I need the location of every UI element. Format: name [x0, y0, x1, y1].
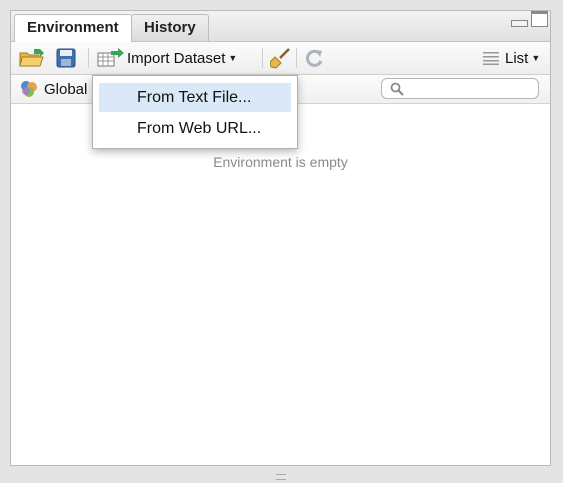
refresh-icon: [306, 49, 323, 67]
save-workspace-button[interactable]: [56, 42, 76, 74]
view-mode-button[interactable]: List ▼: [483, 42, 540, 74]
environment-scope-label: Global: [44, 80, 88, 98]
search-icon: [390, 82, 404, 96]
save-icon: [56, 48, 76, 68]
toolbar-separator: [88, 48, 89, 68]
open-workspace-button[interactable]: [19, 42, 45, 74]
import-dataset-icon: [97, 48, 124, 67]
open-folder-icon: [19, 49, 44, 67]
toolbar-separator: [296, 48, 297, 68]
broom-icon: [270, 48, 290, 69]
minimize-button[interactable]: [511, 20, 528, 27]
refresh-button[interactable]: [303, 42, 325, 74]
chevron-down-icon: ▼: [228, 53, 238, 63]
clear-workspace-button[interactable]: [270, 42, 292, 74]
environment-icon: [21, 81, 37, 97]
environment-scope-selector[interactable]: Global: [20, 75, 87, 103]
tab-environment[interactable]: Environment: [14, 14, 132, 42]
import-dataset-button[interactable]: Import Dataset ▼: [97, 42, 237, 74]
maximize-button[interactable]: [531, 11, 548, 27]
pane-resize-grip[interactable]: [276, 474, 286, 480]
toolbar: Import Dataset ▼ List ▼: [11, 42, 550, 75]
menu-item-from-text-file[interactable]: From Text File...: [99, 83, 291, 112]
search-input[interactable]: [381, 78, 539, 99]
tab-history[interactable]: History: [131, 14, 209, 41]
view-mode-label: List: [505, 49, 529, 67]
chevron-down-icon: ▼: [531, 53, 541, 63]
list-icon: [483, 52, 499, 65]
import-dataset-menu: From Text File... From Web URL...: [92, 75, 298, 149]
menu-item-from-web-url[interactable]: From Web URL...: [99, 114, 291, 143]
import-dataset-label: Import Dataset: [127, 49, 226, 67]
tab-bar: Environment History: [11, 11, 550, 42]
empty-message: Environment is empty: [213, 154, 348, 170]
toolbar-separator: [262, 48, 263, 68]
